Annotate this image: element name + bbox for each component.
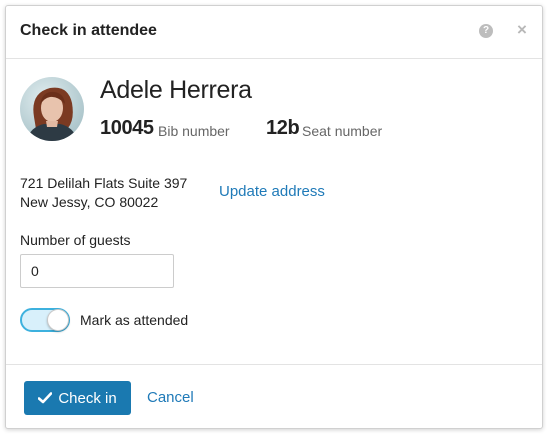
- dialog-title: Check in attendee: [20, 22, 157, 39]
- attended-label: Mark as attended: [80, 312, 189, 328]
- update-address-link[interactable]: Update address: [219, 183, 325, 200]
- toggle-knob: [47, 309, 69, 331]
- attendee-name: Adele Herrera: [100, 76, 252, 104]
- check-icon: [38, 392, 53, 404]
- bib-number: 10045: [100, 117, 154, 139]
- check-in-dialog: Check in attendee ? × Adele Herrera 1004…: [5, 5, 543, 429]
- dialog-footer: Check in Cancel: [6, 364, 542, 429]
- guests-label: Number of guests: [20, 232, 131, 248]
- bib-number-label: Bib number: [158, 123, 230, 139]
- close-icon[interactable]: ×: [513, 21, 531, 39]
- avatar: [20, 77, 84, 141]
- check-in-button[interactable]: Check in: [24, 381, 131, 415]
- address-line-2: New Jessy, CO 80022: [20, 194, 159, 210]
- attended-toggle[interactable]: [20, 308, 70, 332]
- seat-number: 12b: [266, 117, 300, 139]
- attendee-address: 721 Delilah Flats Suite 397 New Jessy, C…: [20, 174, 187, 212]
- cancel-button[interactable]: Cancel: [147, 389, 194, 406]
- address-line-1: 721 Delilah Flats Suite 397: [20, 175, 188, 191]
- dialog-header: Check in attendee ? ×: [6, 6, 542, 59]
- guests-input[interactable]: [20, 254, 174, 288]
- help-icon[interactable]: ?: [479, 24, 493, 38]
- seat-number-label: Seat number: [302, 123, 383, 139]
- check-in-label: Check in: [58, 389, 117, 407]
